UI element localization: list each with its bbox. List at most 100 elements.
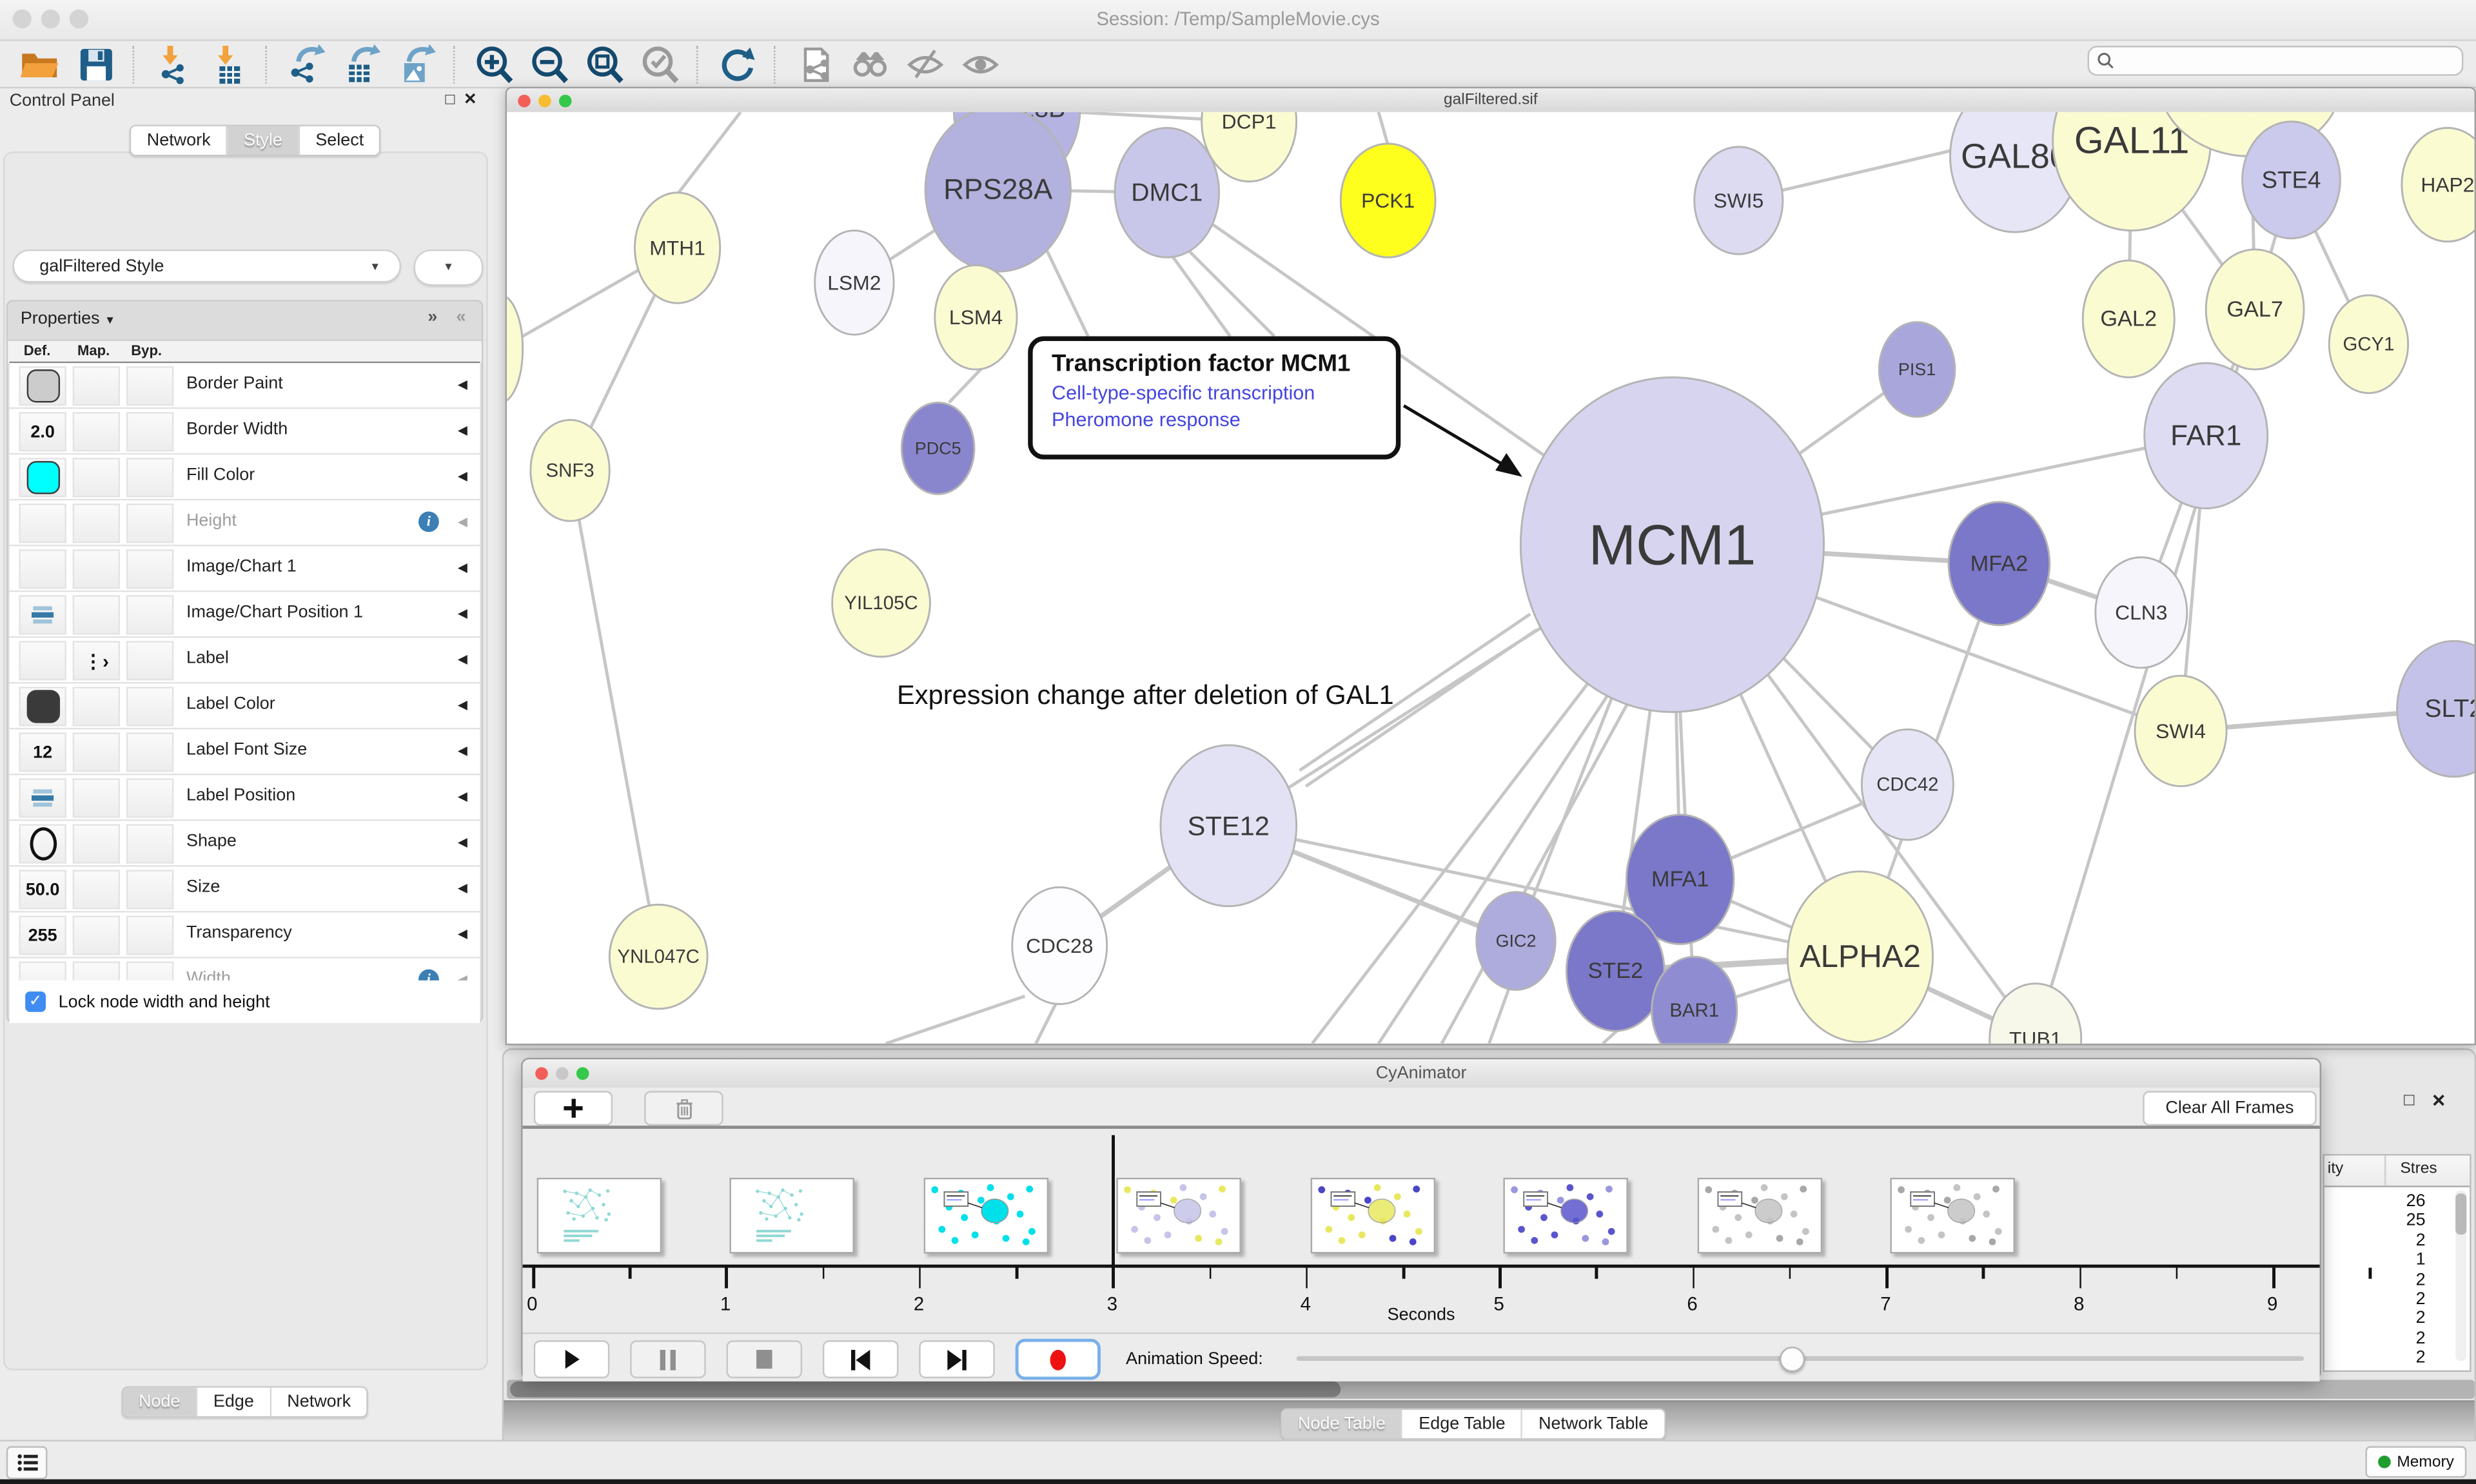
property-row-label[interactable]: ⋮›Label◀ bbox=[10, 638, 480, 683]
tab-network[interactable]: Network bbox=[271, 1388, 367, 1416]
expand-row-icon[interactable]: ◀ bbox=[458, 743, 467, 757]
table-row[interactable]: 2 bbox=[2324, 1329, 2426, 1348]
node-mfa2[interactable]: MFA2 bbox=[1949, 502, 2050, 625]
node-mth1[interactable]: MTH1 bbox=[634, 193, 720, 303]
zoom-out-icon[interactable] bbox=[527, 43, 570, 85]
node-pck1[interactable]: PCK1 bbox=[1341, 144, 1435, 257]
record-button[interactable] bbox=[1016, 1339, 1101, 1380]
style-select[interactable]: galFiltered Style ▼ bbox=[13, 249, 401, 282]
show-all-icon[interactable] bbox=[959, 43, 1001, 85]
node-ste12[interactable]: STE12 bbox=[1161, 745, 1297, 906]
node-yil105c[interactable]: YIL105C bbox=[832, 549, 930, 657]
tab-edge[interactable]: Edge bbox=[197, 1388, 271, 1416]
table-row[interactable]: 25 bbox=[2324, 1211, 2426, 1230]
float-table-icon[interactable]: □ bbox=[2404, 1091, 2414, 1109]
export-image-icon[interactable] bbox=[395, 43, 437, 85]
default-value[interactable]: 2.0 bbox=[30, 422, 54, 441]
property-row-fill-color[interactable]: Fill Color◀ bbox=[10, 454, 480, 500]
column-stress[interactable]: Stres bbox=[2400, 1160, 2437, 1178]
float-panel-icon[interactable]: □ bbox=[445, 92, 455, 109]
annotation-box[interactable]: Transcription factor MCM1 Cell-type-spec… bbox=[1028, 337, 1400, 460]
ellipse-shape-icon[interactable] bbox=[29, 827, 56, 860]
expand-row-icon[interactable]: ◀ bbox=[458, 469, 467, 483]
node-snf3[interactable]: SNF3 bbox=[531, 420, 609, 521]
property-row-label-position[interactable]: Label Position◀ bbox=[10, 775, 480, 821]
stop-button[interactable] bbox=[727, 1340, 803, 1378]
properties-header[interactable]: Properties ▼ bbox=[21, 309, 115, 328]
expand-row-icon[interactable]: ◀ bbox=[458, 560, 467, 574]
default-swatch[interactable] bbox=[26, 690, 59, 723]
expand-row-icon[interactable]: ◀ bbox=[458, 835, 467, 850]
expand-row-icon[interactable]: ◀ bbox=[458, 652, 467, 666]
frame-thumbnail-3[interactable] bbox=[923, 1178, 1048, 1254]
first-neighbors-icon[interactable] bbox=[848, 43, 890, 85]
node-gal7[interactable]: GAL7 bbox=[2206, 249, 2304, 369]
expand-row-icon[interactable]: ◀ bbox=[458, 927, 467, 941]
table-row[interactable]: 2 bbox=[2324, 1309, 2426, 1328]
frame-thumbnail-6[interactable] bbox=[1504, 1178, 1628, 1254]
import-network-icon[interactable] bbox=[152, 43, 194, 85]
save-icon[interactable] bbox=[74, 43, 117, 85]
frame-thumbnail-5[interactable] bbox=[1310, 1178, 1435, 1254]
expand-all-icon[interactable]: » bbox=[427, 308, 437, 327]
property-row-transparency[interactable]: 255Transparency◀ bbox=[10, 913, 480, 959]
hide-selected-icon[interactable] bbox=[903, 43, 946, 85]
style-options-button[interactable]: ▼ bbox=[414, 249, 484, 286]
node-dmc1[interactable]: DMC1 bbox=[1115, 128, 1219, 257]
property-row-label-font-size[interactable]: 12Label Font Size◀ bbox=[10, 729, 480, 775]
frame-thumbnail-8[interactable] bbox=[1891, 1178, 2015, 1254]
position-icon[interactable] bbox=[32, 789, 54, 806]
skip-end-button[interactable] bbox=[919, 1340, 995, 1378]
default-swatch[interactable] bbox=[26, 369, 59, 402]
table-row[interactable]: 2 bbox=[2324, 1349, 2426, 1367]
table-vscrollbar[interactable] bbox=[2455, 1191, 2466, 1361]
frame-thumbnail-7[interactable] bbox=[1697, 1178, 1822, 1254]
annotation-link-1[interactable]: Cell-type-specific transcription bbox=[1052, 382, 1396, 404]
node-slt2[interactable]: SLT2 bbox=[2397, 641, 2475, 777]
tab-node-table[interactable]: Node Table bbox=[1282, 1410, 1403, 1438]
table-row[interactable]: 26 bbox=[2324, 1192, 2426, 1211]
expand-row-icon[interactable]: ◀ bbox=[458, 606, 467, 620]
delete-frame-button[interactable] bbox=[644, 1091, 723, 1126]
default-value[interactable]: 12 bbox=[33, 743, 52, 761]
refresh-icon[interactable] bbox=[715, 43, 758, 85]
skip-start-button[interactable] bbox=[823, 1340, 899, 1378]
pause-button[interactable] bbox=[630, 1340, 706, 1378]
zoom-selected-icon[interactable] bbox=[638, 43, 680, 85]
tab-style[interactable]: Style bbox=[228, 126, 299, 155]
node-gal2[interactable]: GAL2 bbox=[2083, 260, 2174, 377]
node-pis1[interactable]: PIS1 bbox=[1879, 322, 1955, 417]
node-swi5[interactable]: SWI5 bbox=[1695, 147, 1783, 255]
property-row-image-chart-1[interactable]: Image/Chart 1◀ bbox=[10, 546, 480, 592]
property-row-height[interactable]: Heighti◀ bbox=[10, 500, 480, 546]
tab-edge-table[interactable]: Edge Table bbox=[1403, 1410, 1523, 1438]
annotation-link-2[interactable]: Pheromone response bbox=[1052, 409, 1396, 431]
zoom-in-icon[interactable] bbox=[472, 43, 515, 85]
animation-speed-handle[interactable] bbox=[1779, 1347, 1804, 1372]
expand-row-icon[interactable]: ◀ bbox=[458, 789, 467, 803]
network-canvas[interactable]: RPS28BDCP1RPS28ADMC1PCK1SWI5GAL80GAL11ST… bbox=[507, 112, 2474, 1044]
property-row-label-color[interactable]: Label Color◀ bbox=[10, 683, 480, 729]
node-gcy1[interactable]: GCY1 bbox=[2329, 295, 2408, 393]
node-ynl047c[interactable]: YNL047C bbox=[609, 904, 707, 1009]
close-table-icon[interactable]: ✕ bbox=[2432, 1091, 2446, 1111]
default-value[interactable]: 255 bbox=[28, 926, 57, 944]
task-history-button[interactable] bbox=[6, 1446, 48, 1479]
property-row-image-chart-position-1[interactable]: Image/Chart Position 1◀ bbox=[10, 592, 480, 638]
zoom-fit-icon[interactable] bbox=[583, 43, 625, 85]
clear-all-frames-button[interactable]: Clear All Frames bbox=[2143, 1091, 2316, 1126]
expand-row-icon[interactable]: ◀ bbox=[458, 423, 467, 437]
property-row-border-paint[interactable]: Border Paint◀ bbox=[10, 363, 480, 409]
node-swi4[interactable]: SWI4 bbox=[2135, 676, 2226, 786]
memory-button[interactable]: Memory bbox=[2366, 1446, 2467, 1478]
node-leftcut[interactable] bbox=[507, 295, 522, 403]
node-mcm1[interactable]: MCM1 bbox=[1520, 377, 1823, 712]
search-input[interactable] bbox=[2121, 50, 2454, 71]
expand-row-icon[interactable]: ◀ bbox=[458, 377, 467, 391]
default-swatch[interactable] bbox=[26, 461, 59, 494]
frame-thumbnail-4[interactable] bbox=[1117, 1178, 1241, 1254]
open-folder-icon[interactable] bbox=[19, 43, 61, 85]
node-alpha2[interactable]: ALPHA2 bbox=[1787, 872, 1932, 1042]
add-frame-button[interactable] bbox=[534, 1091, 613, 1126]
expand-row-icon[interactable]: ◀ bbox=[458, 514, 467, 529]
